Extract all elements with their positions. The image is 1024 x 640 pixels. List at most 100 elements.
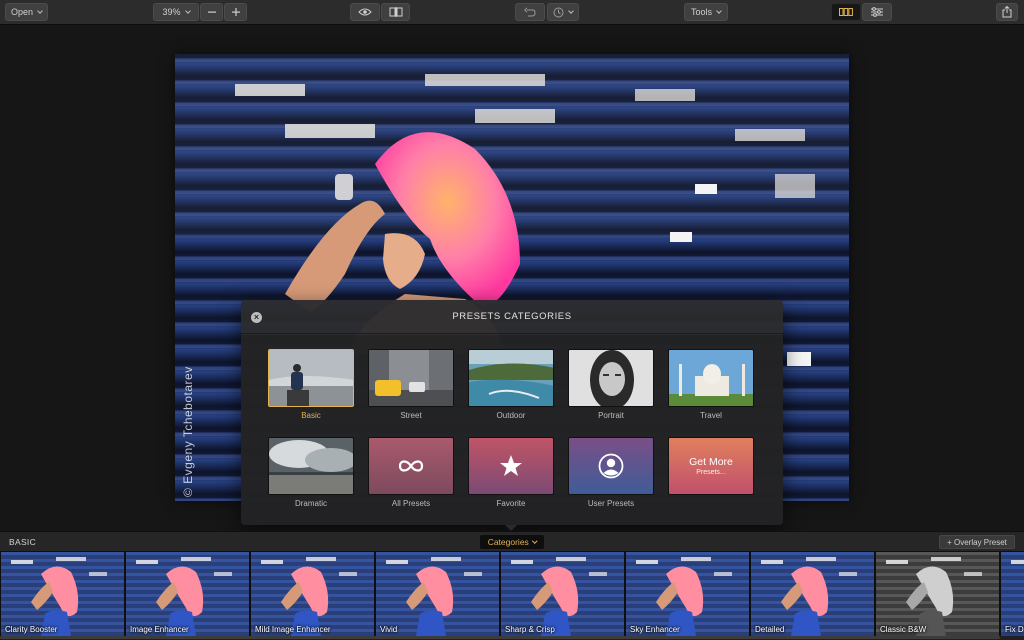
category-thumbnail xyxy=(468,437,554,495)
open-button[interactable]: Open xyxy=(5,3,48,21)
watermark-text: © Evgeny Tchebotarev xyxy=(181,366,195,497)
chevron-down-icon xyxy=(532,538,538,543)
category-favorite[interactable]: Favorite xyxy=(468,437,554,508)
category-label: Outdoor xyxy=(496,411,526,420)
category-label: All Presets xyxy=(391,499,431,508)
category-thumbnail xyxy=(568,349,654,407)
category-travel[interactable]: Travel xyxy=(668,349,754,420)
travel-thumbnail-image xyxy=(669,350,753,406)
preview-original-button[interactable] xyxy=(350,3,380,21)
preset-thumbnail[interactable]: Detailed xyxy=(751,552,874,636)
open-label: Open xyxy=(10,7,34,17)
close-icon: × xyxy=(253,312,260,322)
share-button[interactable] xyxy=(996,3,1018,21)
modal-header: × PRESETS CATEGORIES xyxy=(241,300,783,334)
category-label: Favorite xyxy=(496,499,526,508)
app-window: Open 39% Tools © Evgeny Tchebotarev × PR… xyxy=(0,0,1024,640)
preset-preview-image xyxy=(876,552,999,636)
categories-button[interactable]: Categories xyxy=(480,535,544,549)
preset-preview-image xyxy=(376,552,499,636)
tools-button[interactable]: Tools xyxy=(684,3,728,21)
star-icon xyxy=(500,455,522,476)
zoom-out-button[interactable] xyxy=(200,3,223,21)
history-icon xyxy=(553,7,564,17)
get-more-title: Get More xyxy=(689,456,733,468)
preset-thumbnail[interactable]: Sky Enhancer xyxy=(626,552,749,636)
category-portrait[interactable]: Portrait xyxy=(568,349,654,420)
share-icon xyxy=(1002,6,1012,18)
preset-thumbnail[interactable]: Classic B&W xyxy=(876,552,999,636)
chevron-down-icon xyxy=(568,7,574,14)
undo-button[interactable] xyxy=(515,3,545,21)
category-thumbnail xyxy=(268,349,354,407)
preset-thumbnail[interactable]: Mild Image Enhancer xyxy=(251,552,374,636)
preset-name: Detailed xyxy=(755,625,785,634)
preset-preview-image xyxy=(626,552,749,636)
adjustments-button[interactable] xyxy=(862,3,892,21)
zoom-value: 39% xyxy=(162,7,181,17)
category-thumbnail xyxy=(668,349,754,407)
canvas-area: © Evgeny Tchebotarev × PRESETS CATEGORIE… xyxy=(0,26,1024,530)
category-street[interactable]: Street xyxy=(368,349,454,420)
category-label: User Presets xyxy=(587,499,635,508)
preset-name: Vivid xyxy=(380,625,398,634)
category-outdoor[interactable]: Outdoor xyxy=(468,349,554,420)
infinity-icon xyxy=(398,460,424,472)
preset-preview-image xyxy=(501,552,624,636)
category-user-presets[interactable]: User Presets xyxy=(568,437,654,508)
preset-name: Classic B&W xyxy=(880,625,927,634)
minus-icon xyxy=(207,11,216,13)
category-thumbnail xyxy=(368,349,454,407)
preset-name: Sky Enhancer xyxy=(630,625,680,634)
category-get-more[interactable]: Get More Presets... xyxy=(668,437,754,495)
filmstrip-scroll-thumb[interactable] xyxy=(0,636,1000,639)
zoom-in-button[interactable] xyxy=(224,3,247,21)
preset-thumbnail[interactable]: Image Enhancer xyxy=(126,552,249,636)
category-basic[interactable]: Basic xyxy=(268,349,354,420)
preset-preview-image xyxy=(1,552,124,636)
section-label: BASIC xyxy=(9,537,37,547)
category-thumbnail xyxy=(368,437,454,495)
tools-label: Tools xyxy=(690,7,712,17)
presets-filmstrip: Clarity Booster Image Enhancer Mild Image … xyxy=(0,551,1024,640)
chevron-down-icon xyxy=(716,7,722,14)
chevron-down-icon xyxy=(184,7,191,14)
preset-thumbnail[interactable]: Vivid xyxy=(376,552,499,636)
preset-name: Mild Image Enhancer xyxy=(255,625,331,634)
category-label: Portrait xyxy=(598,411,624,420)
category-all-presets[interactable]: All Presets xyxy=(368,437,454,508)
category-label: Street xyxy=(400,411,422,420)
adjustments-icon xyxy=(871,7,883,17)
top-toolbar: Open 39% Tools xyxy=(0,0,1024,25)
categories-grid: Basic Street Outdoor Portrait Travel Dra… xyxy=(241,335,783,525)
presets-view-icon xyxy=(839,8,853,16)
close-button[interactable]: × xyxy=(251,312,262,323)
preset-thumbnail[interactable]: Clarity Booster xyxy=(1,552,124,636)
category-thumbnail xyxy=(568,437,654,495)
modal-title: PRESETS CATEGORIES xyxy=(452,311,572,322)
compare-icon xyxy=(389,7,402,17)
overlay-preset-button[interactable]: + Overlay Preset xyxy=(939,535,1015,549)
preset-thumbnail[interactable]: Fix D xyxy=(1001,552,1024,636)
preset-preview-image xyxy=(751,552,874,636)
category-dramatic[interactable]: Dramatic xyxy=(268,437,354,508)
category-thumbnail xyxy=(468,349,554,407)
preset-name: Sharp & Crisp xyxy=(505,625,555,634)
category-label: Dramatic xyxy=(294,499,327,508)
compare-button[interactable] xyxy=(381,3,410,21)
preset-thumbnail[interactable]: Sharp & Crisp xyxy=(501,552,624,636)
presets-categories-modal: × PRESETS CATEGORIES Basic Street Outdoo… xyxy=(241,300,783,525)
presets-view-button[interactable] xyxy=(831,3,861,21)
portrait-thumbnail-image xyxy=(569,350,653,406)
chevron-down-icon xyxy=(37,7,43,14)
preset-name: Clarity Booster xyxy=(5,625,58,634)
outdoor-thumbnail-image xyxy=(469,350,553,406)
preset-preview-image xyxy=(1001,552,1024,636)
street-thumbnail-image xyxy=(369,350,453,406)
user-icon xyxy=(598,453,624,479)
history-button[interactable] xyxy=(547,3,579,21)
category-label: Travel xyxy=(700,411,722,420)
eye-icon xyxy=(358,8,372,16)
basic-thumbnail-image xyxy=(269,350,353,406)
zoom-dropdown[interactable]: 39% xyxy=(153,3,199,21)
